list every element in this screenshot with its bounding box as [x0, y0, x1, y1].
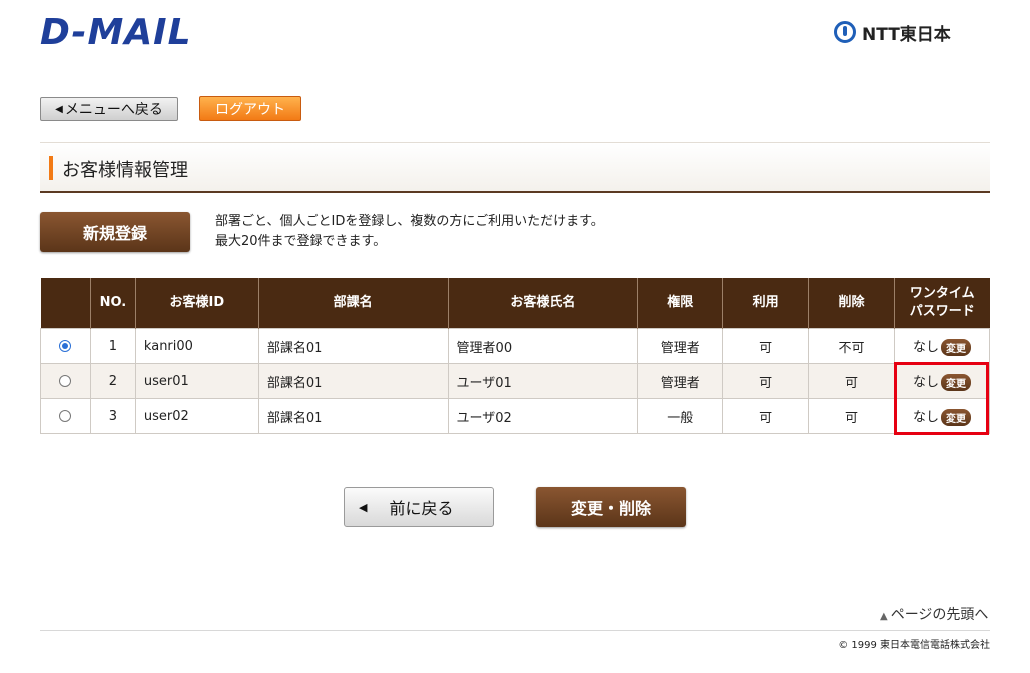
- cell-authority: 管理者: [637, 363, 724, 399]
- cell-customer-name: ユーザ01: [447, 363, 639, 399]
- logout-label: ログアウト: [215, 101, 285, 118]
- dmail-logo: D-MAIL: [40, 12, 192, 53]
- back-to-menu-label: メニューへ戻る: [64, 102, 163, 118]
- update-delete-label: 変更・削除: [570, 499, 651, 518]
- table-row: 2 user01 部課名01 ユーザ01 管理者 可 可 なし 変更: [40, 363, 991, 399]
- logout-button[interactable]: ログアウト: [199, 96, 301, 121]
- cell-customer-id: user01: [134, 363, 259, 399]
- header-one-time-password: ワンタイム パスワード: [893, 278, 990, 329]
- update-delete-button[interactable]: 変更・削除: [536, 487, 686, 527]
- header-select: [40, 278, 91, 329]
- copyright: © 1999 東日本電信電話株式会社: [838, 640, 990, 651]
- back-button[interactable]: ◀ 前に戻る: [344, 487, 494, 527]
- cell-no: 1: [89, 328, 136, 364]
- description-line-2: 最大20件まで登録できます。: [215, 234, 387, 249]
- section-accent-bar: [49, 156, 53, 180]
- cell-customer-id: user02: [134, 398, 259, 434]
- cell-authority: 管理者: [637, 328, 724, 364]
- cell-otp: なし 変更: [893, 328, 991, 364]
- cell-otp: なし 変更: [893, 363, 991, 399]
- cell-otp: なし 変更: [893, 398, 991, 434]
- cell-customer-id: kanri00: [134, 328, 259, 364]
- back-button-label: 前に戻る: [389, 499, 454, 518]
- header-usage: 利用: [722, 278, 809, 329]
- header-otp-line-2: パスワード: [909, 304, 975, 319]
- cell-usage: 可: [722, 398, 810, 434]
- up-arrow-icon: ▲: [880, 611, 888, 622]
- new-register-label: 新規登録: [82, 224, 147, 243]
- otp-change-button[interactable]: 変更: [940, 409, 971, 426]
- table-row: 3 user02 部課名01 ユーザ02 一般 可 可 なし 変更: [40, 398, 991, 434]
- cell-department: 部課名01: [257, 363, 449, 399]
- row-select-cell: [40, 398, 91, 434]
- table-row: 1 kanri00 部課名01 管理者00 管理者 可 不可 なし 変更: [40, 328, 991, 364]
- row-select-radio[interactable]: [59, 340, 72, 352]
- new-register-button[interactable]: 新規登録: [40, 212, 190, 252]
- cell-delete: 可: [808, 398, 895, 434]
- header-delete: 削除: [808, 278, 895, 329]
- cell-no: 3: [89, 398, 136, 434]
- left-arrow-icon: ◀: [55, 103, 63, 115]
- cell-department: 部課名01: [257, 328, 449, 364]
- page-top-label: ページの先頭へ: [890, 607, 989, 623]
- ntt-logo-icon: [834, 21, 856, 43]
- cell-delete: 不可: [808, 328, 895, 364]
- header-authority: 権限: [637, 278, 723, 329]
- row-select-cell: [40, 363, 91, 399]
- cell-usage: 可: [722, 363, 810, 399]
- back-to-menu-button[interactable]: ◀ メニューへ戻る: [40, 97, 178, 121]
- header-no: NO.: [89, 278, 136, 329]
- header-department: 部課名: [257, 278, 449, 329]
- otp-status: なし: [912, 410, 939, 425]
- cell-no: 2: [89, 363, 136, 399]
- header-customer-id: お客様ID: [134, 278, 259, 329]
- description-line-1: 部署ごと、個人ごとIDを登録し、複数の方にご利用いただけます。: [215, 214, 604, 229]
- customer-table: NO. お客様ID 部課名 お客様氏名 権限 利用 削除 ワンタイム パスワード…: [40, 278, 991, 434]
- row-select-radio[interactable]: [59, 375, 72, 387]
- footer-divider: [40, 630, 990, 631]
- table-header-row: NO. お客様ID 部課名 お客様氏名 権限 利用 削除 ワンタイム パスワード: [40, 278, 990, 329]
- otp-change-button[interactable]: 変更: [940, 374, 971, 391]
- header-otp-line-1: ワンタイム: [909, 286, 975, 301]
- description: 部署ごと、個人ごとIDを登録し、複数の方にご利用いただけます。 最大20件まで登…: [215, 212, 604, 252]
- cell-customer-name: ユーザ02: [447, 398, 639, 434]
- row-select-cell: [40, 328, 91, 364]
- header-customer-name: お客様氏名: [447, 278, 638, 329]
- otp-status: なし: [912, 375, 939, 390]
- ntt-east-logo: NTT東日本: [834, 17, 951, 47]
- cell-delete: 可: [808, 363, 895, 399]
- cell-department: 部課名01: [257, 398, 449, 434]
- cell-customer-name: 管理者00: [447, 328, 639, 364]
- page-title: お客様情報管理: [62, 160, 188, 181]
- page-top-link[interactable]: ▲ ページの先頭へ: [880, 604, 988, 624]
- cell-authority: 一般: [637, 398, 724, 434]
- otp-change-button[interactable]: 変更: [940, 339, 971, 356]
- cell-usage: 可: [722, 328, 810, 364]
- left-arrow-icon: ◀: [359, 500, 368, 514]
- row-select-radio[interactable]: [59, 410, 72, 422]
- section-header: お客様情報管理: [40, 142, 990, 193]
- ntt-logo-text: NTT東日本: [862, 24, 951, 45]
- otp-status: なし: [912, 340, 939, 355]
